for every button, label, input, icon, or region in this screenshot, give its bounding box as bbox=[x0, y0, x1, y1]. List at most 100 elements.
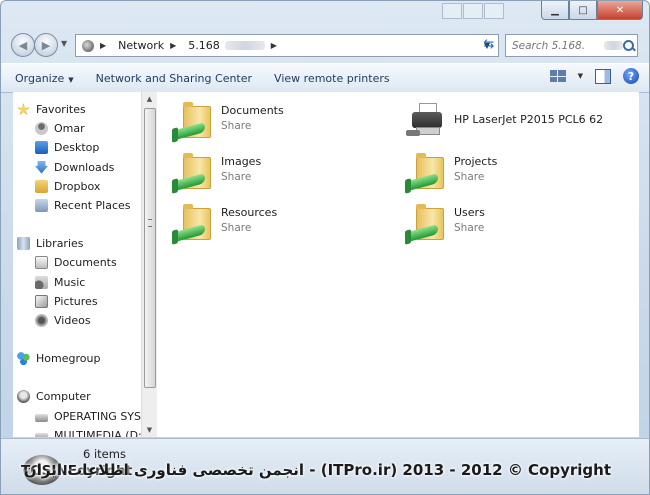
nav-label: Music bbox=[54, 275, 86, 289]
user-icon bbox=[35, 122, 48, 136]
nav-item-desktop[interactable]: Desktop bbox=[13, 138, 141, 157]
desktop-icon bbox=[35, 141, 48, 155]
minimize-icon: ▁ bbox=[551, 4, 559, 16]
change-view-icon[interactable] bbox=[549, 70, 566, 82]
nav-label: OPERATING SYST bbox=[54, 409, 141, 423]
back-button[interactable]: ◀ bbox=[11, 33, 35, 57]
documents-icon bbox=[35, 256, 48, 270]
nav-label: Computer bbox=[36, 390, 91, 404]
preview-pane-icon[interactable] bbox=[595, 68, 611, 84]
nav-scrollbar[interactable]: ▲ ▼ bbox=[141, 92, 157, 437]
view-remote-printers-button[interactable]: View remote printers bbox=[266, 69, 398, 88]
maximize-button[interactable]: □ bbox=[569, 1, 597, 20]
nav-item-music[interactable]: Music bbox=[13, 273, 141, 292]
item-name: Documents bbox=[221, 104, 284, 117]
refresh-icon: ⇆ bbox=[483, 37, 495, 52]
nav-homegroup[interactable]: Homegroup bbox=[13, 349, 141, 368]
ghost-button bbox=[484, 3, 504, 19]
recent-pages-dropdown[interactable]: ▼ bbox=[61, 39, 67, 48]
chevron-right-icon[interactable]: ▶ bbox=[100, 41, 106, 50]
printer-icon bbox=[406, 100, 446, 140]
network-icon bbox=[82, 39, 94, 52]
close-icon: ✕ bbox=[615, 4, 625, 16]
breadcrumb-network[interactable]: Network bbox=[118, 39, 164, 52]
share-item-documents[interactable]: Documents Share bbox=[173, 100, 284, 141]
homegroup-icon bbox=[17, 352, 30, 366]
nav-computer[interactable]: Computer bbox=[13, 387, 141, 406]
chevron-down-icon[interactable]: ▼ bbox=[578, 72, 583, 80]
item-name: Images bbox=[221, 155, 262, 168]
chevron-right-icon[interactable]: ▶ bbox=[170, 41, 176, 50]
chevron-right-icon[interactable]: ▶ bbox=[271, 41, 277, 50]
dropbox-icon bbox=[35, 179, 48, 193]
watermark-copyright: انجمن تخصصی فناوری اطلاعات ایران - (ITPr… bbox=[23, 461, 611, 479]
computer-icon bbox=[17, 390, 30, 404]
printer-item-hp[interactable]: HP LaserJet P2015 PCL6 62 bbox=[406, 100, 603, 140]
minimize-button[interactable]: ▁ bbox=[541, 1, 569, 20]
drive-icon bbox=[35, 433, 48, 437]
search-box[interactable] bbox=[505, 34, 638, 57]
nav-item-downloads[interactable]: Downloads bbox=[13, 158, 141, 177]
organize-button[interactable]: Organize ▼ bbox=[7, 69, 82, 88]
item-type: Share bbox=[221, 120, 252, 132]
nav-item-omar[interactable]: Omar bbox=[13, 119, 141, 138]
nav-favorites[interactable]: Favorites bbox=[13, 100, 141, 119]
libraries-icon bbox=[17, 237, 30, 251]
scroll-thumb[interactable] bbox=[144, 108, 156, 388]
nav-item-drive-d[interactable]: MULTIMEDIA (D: bbox=[13, 426, 141, 437]
scroll-down-icon[interactable]: ▼ bbox=[142, 423, 157, 437]
window-controls: ▁ □ ✕ bbox=[541, 1, 643, 21]
item-count: 6 items bbox=[83, 447, 126, 461]
organize-label: Organize bbox=[15, 71, 65, 85]
nav-item-drive-c[interactable]: OPERATING SYST bbox=[13, 406, 141, 425]
share-item-projects[interactable]: Projects Share bbox=[406, 151, 498, 192]
nav-label: Recent Places bbox=[54, 199, 131, 213]
nav-label: MULTIMEDIA (D: bbox=[54, 428, 141, 437]
nav-libraries[interactable]: Libraries bbox=[13, 234, 141, 253]
nav-item-videos[interactable]: Videos bbox=[13, 311, 141, 330]
back-arrow-icon: ◀ bbox=[18, 38, 28, 52]
share-item-images[interactable]: Images Share bbox=[173, 151, 262, 192]
navigation-pane: Favorites Omar Desktop Downloads Dropbox… bbox=[13, 92, 141, 437]
item-name: Projects bbox=[454, 155, 498, 168]
breadcrumb-host[interactable]: 5.168 bbox=[188, 39, 265, 52]
share-item-users[interactable]: Users Share bbox=[406, 202, 485, 243]
star-icon bbox=[17, 103, 30, 115]
nav-item-documents[interactable]: Documents bbox=[13, 253, 141, 272]
address-bar[interactable]: ▶ Network ▶ 5.168 ▶ ▼ bbox=[75, 34, 499, 57]
nav-label: Downloads bbox=[54, 160, 115, 174]
recent-places-icon bbox=[35, 199, 48, 213]
refresh-button[interactable]: ⇆ bbox=[478, 34, 500, 55]
ghost-window-buttons bbox=[442, 3, 504, 19]
network-sharing-center-button[interactable]: Network and Sharing Center bbox=[88, 69, 260, 88]
command-bar: Organize ▼ Network and Sharing Center Vie… bbox=[1, 63, 649, 93]
chevron-down-icon: ▼ bbox=[68, 75, 74, 84]
content-pane: Documents Share HP LaserJet P2015 PCL6 62… bbox=[157, 92, 639, 437]
search-icon[interactable] bbox=[622, 39, 635, 52]
shared-folder-icon bbox=[173, 202, 213, 243]
explorer-window: ▁ □ ✕ ◀ ▶ ▼ ▶ Network ▶ 5.168 ▶ ▼ ⇆ Orga… bbox=[0, 0, 650, 495]
scroll-up-icon[interactable]: ▲ bbox=[142, 92, 157, 106]
redacted-text bbox=[224, 41, 265, 50]
nav-label: Dropbox bbox=[54, 179, 101, 193]
nav-label: Videos bbox=[54, 313, 91, 327]
help-icon[interactable]: ? bbox=[623, 68, 639, 84]
close-button[interactable]: ✕ bbox=[597, 1, 643, 20]
item-type: Share bbox=[221, 171, 252, 183]
item-name: HP LaserJet P2015 PCL6 62 bbox=[454, 113, 604, 126]
search-input[interactable] bbox=[512, 39, 604, 52]
item-type: Share bbox=[454, 222, 485, 234]
music-icon bbox=[35, 275, 48, 289]
shared-folder-icon bbox=[406, 202, 446, 243]
nav-item-recent-places[interactable]: Recent Places bbox=[13, 196, 141, 215]
shared-folder-icon bbox=[173, 151, 213, 192]
nav-item-dropbox[interactable]: Dropbox bbox=[13, 177, 141, 196]
redacted-text bbox=[604, 41, 623, 50]
item-name: Resources bbox=[221, 206, 278, 219]
forward-arrow-icon: ▶ bbox=[41, 38, 51, 52]
forward-button[interactable]: ▶ bbox=[34, 33, 58, 57]
item-name: Users bbox=[454, 206, 485, 219]
nav-label: Homegroup bbox=[36, 352, 101, 366]
share-item-resources[interactable]: Resources Share bbox=[173, 202, 278, 243]
nav-item-pictures[interactable]: Pictures bbox=[13, 292, 141, 311]
